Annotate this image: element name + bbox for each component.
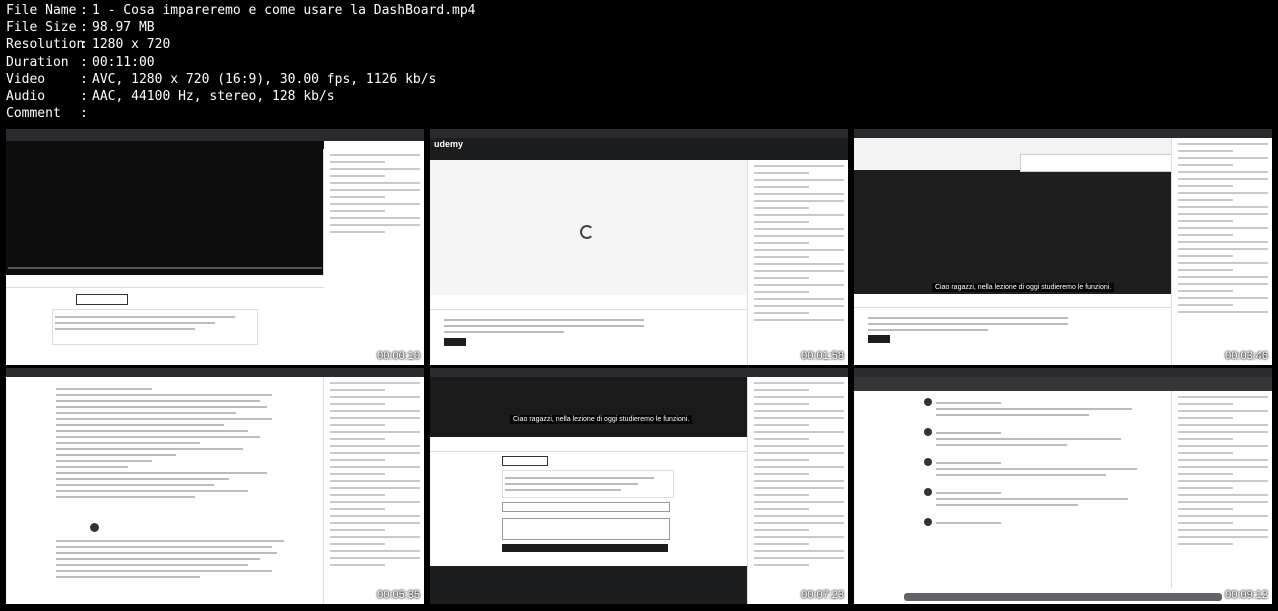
course-tabs — [854, 299, 1172, 308]
course-content-panel — [323, 149, 424, 275]
metadata-row-resolution: Resolution:1280 x 720 — [6, 36, 476, 53]
thumbnail-2: udemy 00:01:58 — [430, 129, 848, 365]
subtitle-caption: Ciao ragazzi, nella lezione di oggi stud… — [510, 415, 693, 424]
thumbnail-6: 00:09:12 — [854, 368, 1272, 604]
course-description — [56, 384, 296, 498]
details-editor[interactable] — [502, 518, 670, 540]
macos-dock — [904, 593, 1222, 601]
course-content-panel — [323, 377, 424, 604]
menu-bar — [6, 368, 424, 377]
metadata-key: Audio — [6, 89, 46, 105]
metadata-separator: : — [80, 3, 88, 18]
devtools-panel — [1020, 154, 1172, 172]
metadata-value: 00:11:00 — [92, 54, 155, 70]
thumbnail-4: 00:05:35 — [6, 368, 424, 604]
menu-bar — [854, 368, 1272, 377]
back-button — [76, 294, 128, 305]
back-button — [502, 456, 548, 466]
video-player — [430, 160, 748, 295]
info-text — [444, 315, 644, 333]
metadata-key: Resolution — [6, 37, 85, 53]
metadata-separator: : — [80, 106, 88, 122]
metadata-row-comment: Comment: — [6, 105, 476, 122]
video-progress-bar — [8, 267, 322, 269]
menu-bar — [430, 129, 848, 138]
timestamp: 00:01:58 — [801, 350, 844, 362]
video-player — [6, 141, 324, 275]
question-box — [52, 309, 258, 345]
browser-tab-bar — [854, 377, 1272, 391]
metadata-value: AAC, 44100 Hz, stereo, 128 kb/s — [92, 89, 335, 105]
page-footer — [430, 566, 748, 604]
metadata-separator: : — [80, 89, 88, 105]
metadata-row-audio: Audio: AAC, 44100 Hz, stereo, 128 kb/s — [6, 88, 476, 105]
info-text — [868, 313, 1068, 331]
browser-tab-bar — [6, 129, 424, 141]
timestamp: 00:09:12 — [1225, 589, 1268, 601]
metadata-value: 1 - Cosa impareremo e come usare la Dash… — [92, 3, 476, 18]
course-content-panel — [1171, 391, 1272, 588]
metadata-row-file-name: File Name:1 - Cosa impareremo e come usa… — [6, 2, 476, 19]
dismiss-button — [868, 335, 890, 343]
metadata-separator: : — [80, 20, 88, 36]
video-player: Ciao ragazzi, nella lezione di oggi stud… — [430, 377, 748, 437]
metadata-row-duration: Duration:00:11:00 — [6, 54, 476, 71]
menu-bar — [854, 129, 1272, 138]
course-content-panel — [747, 377, 848, 604]
timestamp: 00:00:10 — [377, 350, 420, 362]
publish-button[interactable] — [502, 544, 668, 552]
course-content-panel — [1171, 138, 1272, 365]
metadata-key: Video — [6, 71, 46, 87]
metadata-key: Comment — [6, 106, 61, 122]
course-content-panel — [747, 160, 848, 365]
reviews-list — [924, 398, 1154, 526]
dismiss-button — [444, 338, 466, 346]
timestamp: 00:03:46 — [1225, 350, 1268, 362]
title-input[interactable] — [502, 502, 670, 512]
loading-spinner-icon — [580, 225, 594, 239]
metadata-key: File Name — [6, 3, 77, 18]
question-tips-box — [502, 470, 674, 498]
metadata-key: File Size — [6, 20, 77, 36]
metadata-key: Duration — [6, 54, 69, 70]
thumbnail-3: Ciao ragazzi, nella lezione di oggi stud… — [854, 129, 1272, 365]
course-tabs — [430, 301, 748, 310]
metadata-separator: : — [80, 37, 88, 53]
udemy-logo: udemy — [434, 139, 464, 149]
course-tabs — [6, 279, 324, 288]
instructor-bio — [56, 536, 296, 578]
metadata-value: 1280 x 720 — [92, 37, 171, 53]
thumbnail-5: Ciao ragazzi, nella lezione di oggi stud… — [430, 368, 848, 604]
timestamp: 00:07:23 — [801, 589, 844, 601]
course-tabs — [430, 443, 748, 452]
menu-bar — [430, 368, 848, 377]
timestamp: 00:05:35 — [377, 589, 420, 601]
metadata-row-file-size: File Size:98.97 MB — [6, 19, 476, 36]
udemy-header: udemy — [430, 138, 848, 160]
metadata-value: 98.97 MB — [92, 20, 155, 36]
metadata-separator: : — [80, 71, 88, 87]
metadata-value: AVC, 1280 x 720 (16:9), 30.00 fps, 1126 … — [92, 71, 437, 87]
thumbnail-grid: 00:00:10 udemy 00:01:58 Ciao ragazzi, ne… — [6, 129, 1272, 604]
avatar — [90, 523, 99, 532]
subtitle-caption: Ciao ragazzi, nella lezione di oggi stud… — [932, 283, 1115, 292]
thumbnail-1: 00:00:10 — [6, 129, 424, 365]
video-player: Ciao ragazzi, nella lezione di oggi stud… — [854, 138, 1172, 294]
file-metadata: File Name:1 - Cosa impareremo e come usa… — [6, 2, 476, 122]
metadata-separator: : — [80, 54, 88, 70]
metadata-row-video: Video: AVC, 1280 x 720 (16:9), 30.00 fps,… — [6, 71, 476, 88]
